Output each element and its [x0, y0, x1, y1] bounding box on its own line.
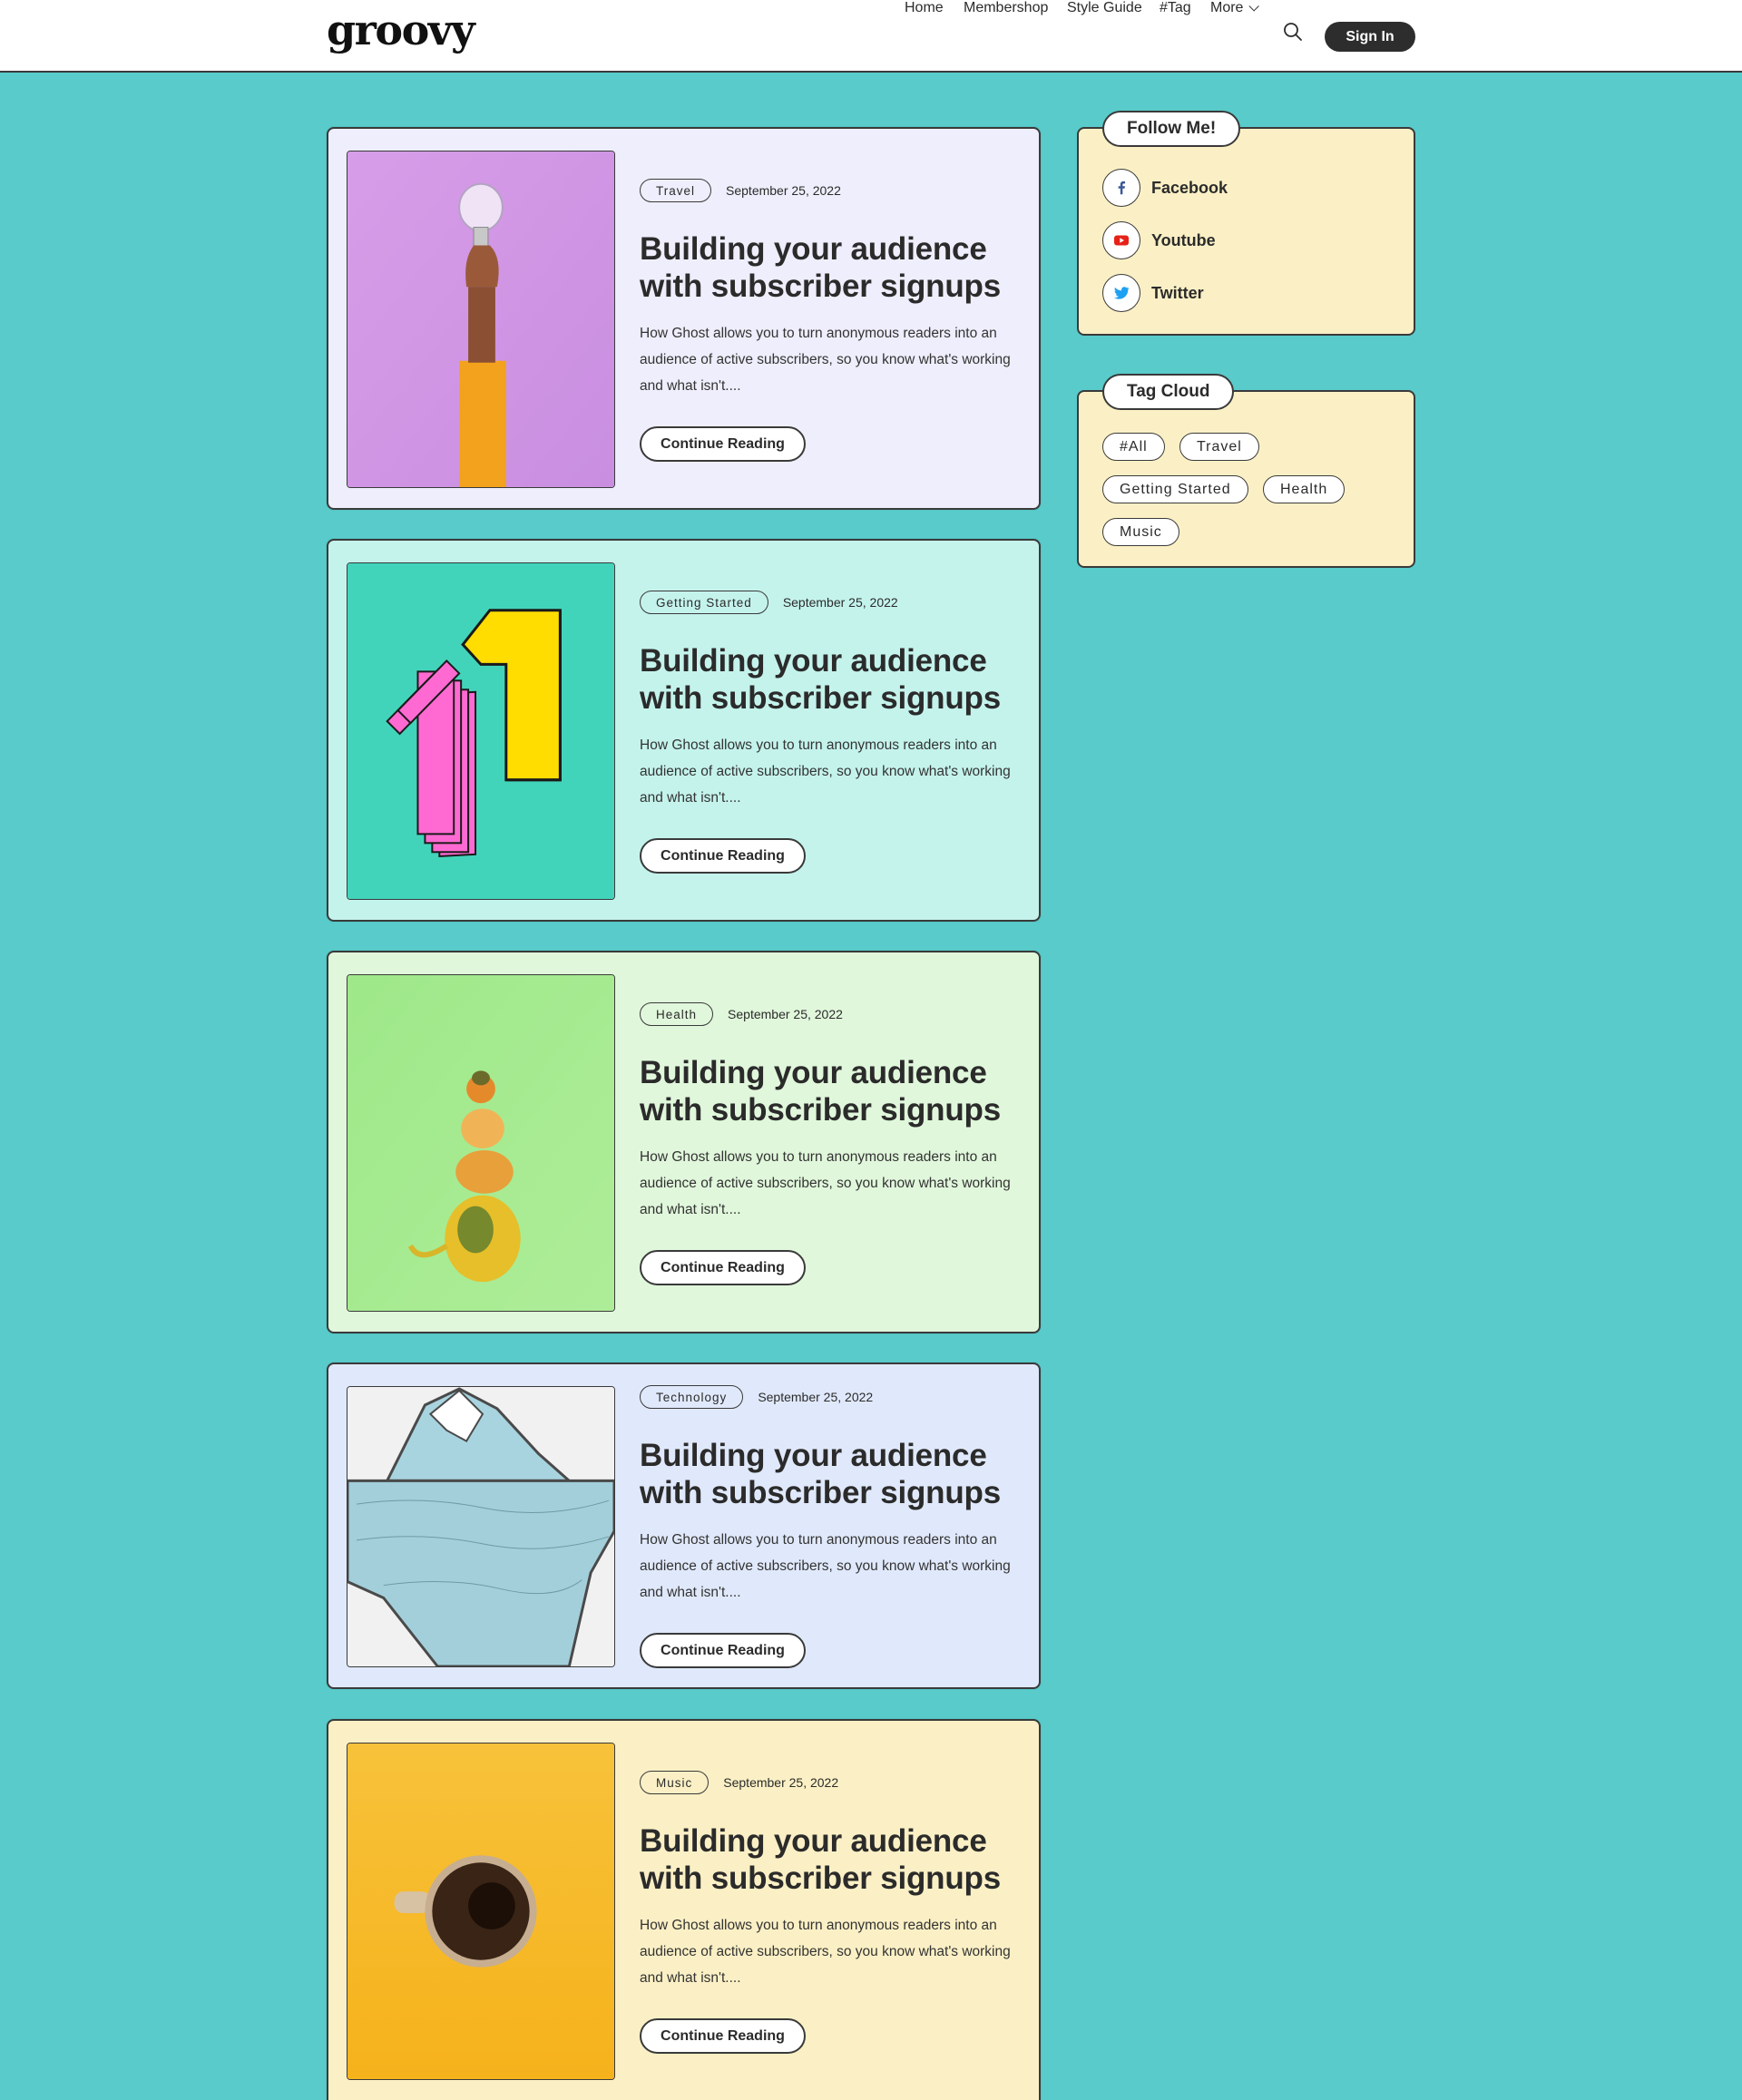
post-excerpt: How Ghost allows you to turn anonymous r…: [640, 1918, 1011, 1986]
post-excerpt: How Ghost allows you to turn anonymous r…: [640, 1149, 1011, 1217]
nav-home[interactable]: Home: [905, 0, 944, 16]
social-link-facebook[interactable]: Facebook: [1102, 169, 1228, 207]
chevron-down-icon: [1248, 1, 1260, 12]
post-image-coffee[interactable]: [347, 1743, 615, 2080]
post-date: September 25, 2022: [758, 1390, 874, 1404]
nav-style-guide[interactable]: Style Guide: [1067, 0, 1142, 16]
tag-cloud-title: Tag Cloud: [1102, 374, 1235, 410]
post-date: September 25, 2022: [726, 183, 841, 198]
continue-reading-button[interactable]: Continue Reading: [640, 426, 806, 462]
post-card: Technology September 25, 2022 Building y…: [327, 1363, 1041, 1689]
follow-widget-title: Follow Me!: [1102, 111, 1241, 147]
social-label: Youtube: [1151, 230, 1216, 249]
post-card: Travel September 25, 2022 Building your …: [327, 127, 1041, 510]
post-tag[interactable]: Travel: [640, 179, 712, 202]
tag-cloud-item-travel[interactable]: Travel: [1179, 433, 1259, 461]
post-excerpt: How Ghost allows you to turn anonymous r…: [640, 737, 1011, 806]
post-title[interactable]: Building your audience with subscriber s…: [640, 1822, 1021, 1897]
post-title[interactable]: Building your audience with subscriber s…: [640, 1437, 1021, 1511]
social-label: Twitter: [1151, 283, 1204, 302]
site-logo[interactable]: groovy: [327, 5, 475, 54]
post-title[interactable]: Building your audience with subscriber s…: [640, 1054, 1021, 1128]
follow-widget: Follow Me! Facebook Youtube Twitter: [1077, 111, 1415, 336]
tag-cloud-item-health[interactable]: Health: [1263, 475, 1346, 503]
post-title[interactable]: Building your audience with subscriber s…: [640, 230, 1021, 305]
post-image-gourds[interactable]: [347, 974, 615, 1312]
continue-reading-button[interactable]: Continue Reading: [640, 1250, 806, 1285]
post-title[interactable]: Building your audience with subscriber s…: [640, 642, 1021, 717]
social-label: Facebook: [1151, 178, 1228, 197]
post-excerpt: How Ghost allows you to turn anonymous r…: [640, 1532, 1011, 1600]
twitter-icon: [1102, 274, 1140, 312]
facebook-icon: [1102, 169, 1140, 207]
post-date: September 25, 2022: [728, 1007, 843, 1021]
nav-membershop[interactable]: Membershop: [964, 0, 1048, 16]
post-tag[interactable]: Music: [640, 1771, 710, 1794]
continue-reading-button[interactable]: Continue Reading: [640, 838, 806, 874]
post-date: September 25, 2022: [723, 1775, 839, 1790]
post-card: Health September 25, 2022 Building your …: [327, 951, 1041, 1333]
post-card: Getting Started September 25, 2022 Build…: [327, 539, 1041, 922]
tag-cloud-item-music[interactable]: Music: [1102, 518, 1179, 546]
sign-in-button[interactable]: Sign In: [1325, 22, 1415, 52]
youtube-icon: [1102, 221, 1140, 259]
tag-cloud-widget: Tag Cloud #All Travel Getting Started He…: [1077, 374, 1415, 568]
post-image-number-one[interactable]: [347, 562, 615, 900]
post-tag[interactable]: Health: [640, 1002, 714, 1026]
nav-tag[interactable]: #Tag: [1160, 0, 1191, 16]
post-image-iceberg[interactable]: [347, 1386, 615, 1667]
tag-cloud-item-all[interactable]: #All: [1102, 433, 1165, 461]
continue-reading-button[interactable]: Continue Reading: [640, 2018, 806, 2054]
nav-more[interactable]: More: [1210, 0, 1260, 16]
continue-reading-button[interactable]: Continue Reading: [640, 1633, 806, 1668]
post-tag[interactable]: Technology: [640, 1385, 744, 1409]
post-image-lightbulb[interactable]: [347, 151, 615, 488]
nav-more-label: More: [1210, 0, 1244, 15]
post-card: Music September 25, 2022 Building your a…: [327, 1719, 1041, 2100]
search-icon[interactable]: [1283, 22, 1303, 42]
post-excerpt: How Ghost allows you to turn anonymous r…: [640, 326, 1011, 394]
tag-cloud-item-getting-started[interactable]: Getting Started: [1102, 475, 1248, 503]
post-tag[interactable]: Getting Started: [640, 591, 768, 614]
post-date: September 25, 2022: [782, 595, 898, 610]
site-header: groovy Home Membershop Style Guide #Tag …: [0, 0, 1742, 73]
social-link-youtube[interactable]: Youtube: [1102, 221, 1216, 259]
social-link-twitter[interactable]: Twitter: [1102, 274, 1204, 312]
